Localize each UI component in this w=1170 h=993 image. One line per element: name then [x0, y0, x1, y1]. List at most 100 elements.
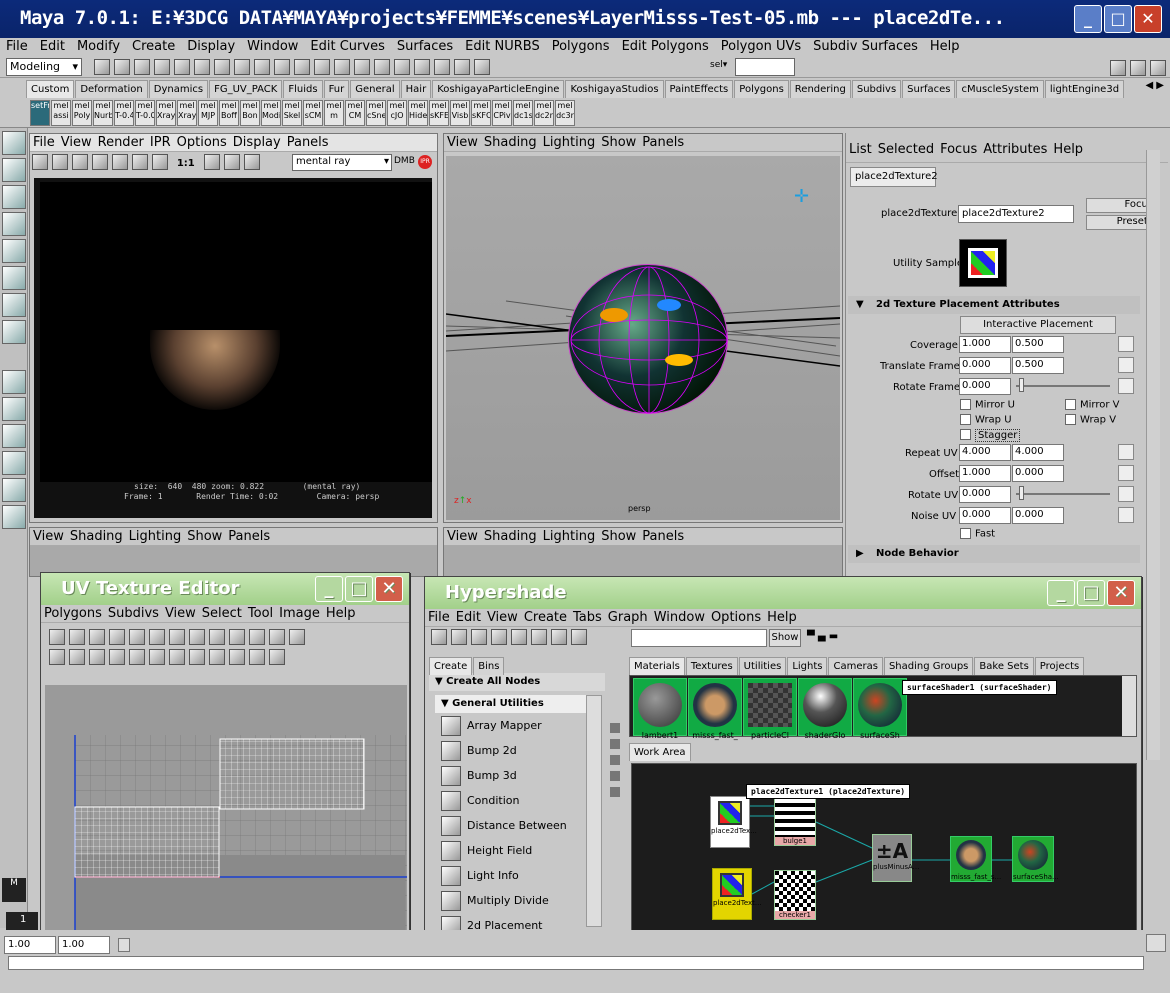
- attribute-editor-icon[interactable]: [1110, 60, 1126, 76]
- view-cube-icon[interactable]: ✛: [794, 186, 809, 207]
- wrap-u[interactable]: Wrap U: [960, 414, 1012, 426]
- hs-menu-tabs[interactable]: Tabs: [570, 610, 605, 625]
- hs-create-all[interactable]: ▼ Create All Nodes: [429, 673, 605, 691]
- paint-select-icon[interactable]: [2, 185, 26, 209]
- ae-node-tab[interactable]: place2dTexture2: [850, 167, 938, 187]
- shelf-tab-koshigaya-studios[interactable]: KoshigayaStudios: [565, 80, 664, 98]
- rotate-frame-slider-handle[interactable]: [1019, 378, 1024, 392]
- list-item[interactable]: Distance Between: [435, 813, 591, 838]
- offset-map-icon[interactable]: [1118, 465, 1134, 481]
- pv-menu-view[interactable]: View: [444, 135, 481, 150]
- swatch-particle[interactable]: particleCl: [743, 678, 797, 740]
- swatch-shaderglow[interactable]: shaderGlo: [798, 678, 852, 740]
- mirror-u[interactable]: Mirror U: [960, 399, 1015, 411]
- shelf-btn-6[interactable]: mel Xray: [156, 100, 176, 126]
- select-tool-icon[interactable]: [2, 131, 26, 155]
- minimize-button[interactable]: _: [315, 576, 343, 602]
- snap-live-icon[interactable]: [314, 59, 330, 75]
- lasso-tool-icon[interactable]: [2, 158, 26, 182]
- node-bulge[interactable]: bulge1: [774, 798, 816, 846]
- mask-icon[interactable]: [214, 59, 230, 75]
- hs-side-icon[interactable]: [610, 723, 620, 733]
- save-scene-icon[interactable]: [134, 59, 150, 75]
- hs-tab-work-area[interactable]: Work Area: [629, 743, 691, 761]
- hs-side-icon[interactable]: [610, 771, 620, 781]
- brv-menu-show[interactable]: Show: [598, 529, 639, 544]
- script-editor-icon[interactable]: [1146, 934, 1166, 952]
- shelf-btn-5[interactable]: mel T-0.0: [135, 100, 155, 126]
- uv-align-left-icon[interactable]: [169, 629, 185, 645]
- hs-clear-icon[interactable]: [551, 629, 567, 645]
- maximize-button[interactable]: □: [345, 576, 373, 602]
- shelf-btn-22[interactable]: mel CPiv: [492, 100, 512, 126]
- node-surfaceshader[interactable]: surfaceSha...: [1012, 836, 1059, 882]
- uv-move-icon[interactable]: [289, 629, 305, 645]
- mode-selector[interactable]: Modeling ▾: [6, 58, 82, 76]
- rv-menu-view[interactable]: View: [58, 135, 95, 150]
- menu-subdiv-surfaces[interactable]: Subdiv Surfaces: [807, 38, 924, 56]
- hs-tab-bins[interactable]: Bins: [473, 657, 505, 675]
- clapper-icon-4[interactable]: [474, 59, 490, 75]
- node-place2d-1[interactable]: place2dTex...: [710, 796, 757, 848]
- hs-side-icon[interactable]: [610, 739, 620, 749]
- pv-menu-panels[interactable]: Panels: [639, 135, 687, 150]
- rotate-uv-map-icon[interactable]: [1118, 486, 1134, 502]
- channel-box-icon[interactable]: [1150, 60, 1166, 76]
- shelf-btn-7[interactable]: mel Xray: [177, 100, 197, 126]
- manipulator-icon[interactable]: [2, 293, 26, 317]
- shelf-btn-14[interactable]: mel m: [324, 100, 344, 126]
- brv-menu-lighting[interactable]: Lighting: [540, 529, 599, 544]
- shelf-btn-13[interactable]: mel sCM: [303, 100, 323, 126]
- minimize-button[interactable]: _: [1047, 580, 1075, 606]
- menu-file[interactable]: File: [0, 38, 34, 56]
- rv-menu-file[interactable]: File: [30, 135, 58, 150]
- shelf-btn-18[interactable]: mel Hide: [408, 100, 428, 126]
- move-tool-icon[interactable]: [2, 212, 26, 236]
- menu-polygons[interactable]: Polygons: [546, 38, 616, 56]
- hs-search-input[interactable]: [631, 629, 767, 647]
- zoom-ratio[interactable]: 1:1: [177, 158, 195, 169]
- clapper-icon[interactable]: [414, 59, 430, 75]
- hs-tab-materials[interactable]: Materials: [629, 657, 685, 675]
- layout-custom-icon[interactable]: [2, 505, 26, 529]
- rv-menu-display[interactable]: Display: [230, 135, 284, 150]
- mirror-v[interactable]: Mirror V: [1065, 399, 1119, 411]
- stagger-checkbox[interactable]: [960, 429, 971, 440]
- blv-menu-show[interactable]: Show: [184, 529, 225, 544]
- ae-node-name-field[interactable]: place2dTexture2: [958, 205, 1074, 223]
- uv-align-down-icon[interactable]: [209, 629, 225, 645]
- rv-menu-options[interactable]: Options: [174, 135, 230, 150]
- last-tool-icon[interactable]: [2, 320, 26, 344]
- repeat-uv-map-icon[interactable]: [1118, 444, 1134, 460]
- uv-person2-icon[interactable]: [249, 649, 265, 665]
- brv-viewport[interactable]: [444, 546, 842, 576]
- rotate-frame-map-icon[interactable]: [1118, 378, 1134, 394]
- redo-render-icon[interactable]: [32, 154, 48, 170]
- mirror-v-checkbox[interactable]: [1065, 399, 1076, 410]
- shelf-btn-19[interactable]: mel sKFE: [429, 100, 449, 126]
- pv-menu-show[interactable]: Show: [598, 135, 639, 150]
- shelf-btn-16[interactable]: mel cSne: [366, 100, 386, 126]
- uv-menu-select[interactable]: Select: [199, 606, 245, 621]
- range-slider-handle[interactable]: [118, 938, 130, 952]
- hs-forward-icon[interactable]: [471, 629, 487, 645]
- shelf-btn-23[interactable]: mel dc1s: [513, 100, 533, 126]
- section-2d-placement[interactable]: ▼ 2d Texture Placement Attributes: [848, 296, 1140, 314]
- alpha-channel-icon[interactable]: [152, 154, 168, 170]
- layout-graph-icon[interactable]: [2, 451, 26, 475]
- uv-paint-icon[interactable]: [49, 649, 65, 665]
- hs-upstream-icon[interactable]: [511, 629, 527, 645]
- hs-list-scrollbar[interactable]: [586, 695, 602, 927]
- uv-menu-view[interactable]: View: [162, 606, 199, 621]
- shelf-tab-painteffects[interactable]: PaintEffects: [664, 80, 734, 98]
- shelf-tab-fur[interactable]: Fur: [323, 80, 350, 98]
- close-button[interactable]: ✕: [1107, 580, 1135, 606]
- hs-menu-options[interactable]: Options: [708, 610, 764, 625]
- ae-scrollbar[interactable]: [1146, 150, 1160, 760]
- hs-menu-edit[interactable]: Edit: [453, 610, 484, 625]
- ae-menu-list[interactable]: List: [846, 142, 875, 157]
- layout-four-icon[interactable]: [2, 397, 26, 421]
- list-item[interactable]: Multiply Divide: [435, 888, 591, 913]
- shelf-tab-subdivs[interactable]: Subdivs: [851, 80, 902, 98]
- menu-edit[interactable]: Edit: [34, 38, 71, 56]
